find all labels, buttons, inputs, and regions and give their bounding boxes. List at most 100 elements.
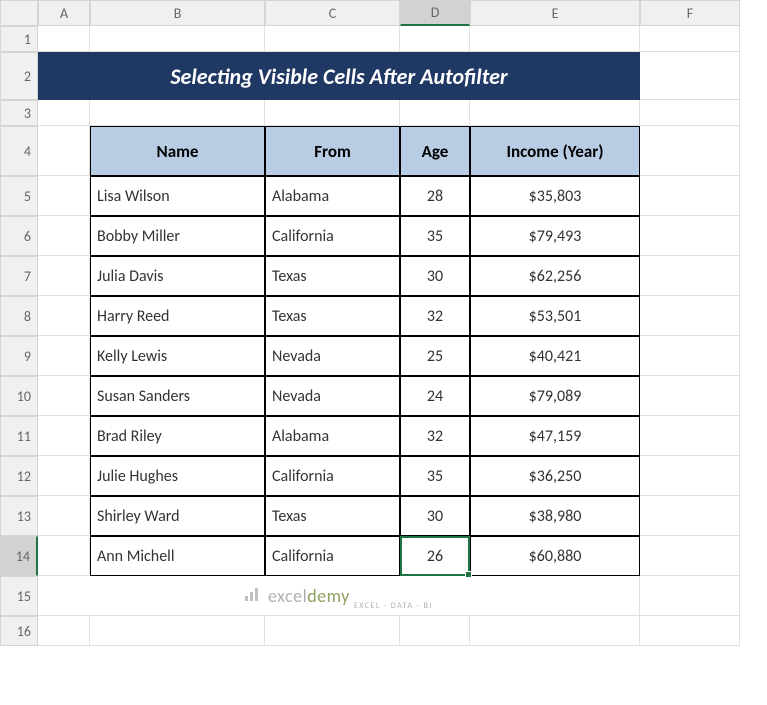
cell-d3[interactable] (400, 100, 470, 126)
header-name[interactable]: Name (90, 126, 265, 176)
table-cell-income[interactable]: $36,250 (470, 456, 640, 496)
cell-a5[interactable] (38, 176, 90, 216)
table-cell-age[interactable]: 30 (400, 496, 470, 536)
col-header-f[interactable]: F (640, 0, 740, 26)
table-cell-age[interactable]: 30 (400, 256, 470, 296)
row-header-4[interactable]: 4 (0, 126, 38, 176)
cell-a10[interactable] (38, 376, 90, 416)
table-cell-from[interactable]: California (265, 216, 400, 256)
table-cell-income[interactable]: $60,880 (470, 536, 640, 576)
cell-b16[interactable] (90, 616, 265, 646)
table-cell-name[interactable]: Lisa Wilson (90, 176, 265, 216)
cell-a6[interactable] (38, 216, 90, 256)
select-all-corner[interactable] (0, 0, 38, 26)
cell-b3[interactable] (90, 100, 265, 126)
row-header-7[interactable]: 7 (0, 256, 38, 296)
table-cell-age[interactable]: 24 (400, 376, 470, 416)
row-header-14[interactable]: 14 (0, 536, 38, 576)
title-cell[interactable]: Selecting Visible Cells After Autofilter (38, 52, 640, 100)
cell-a14[interactable] (38, 536, 90, 576)
row-header-6[interactable]: 6 (0, 216, 38, 256)
table-cell-age[interactable]: 28 (400, 176, 470, 216)
row-header-15[interactable]: 15 (0, 576, 38, 616)
cell-e16[interactable] (470, 616, 640, 646)
cell-f11[interactable] (640, 416, 740, 456)
cell-f6[interactable] (640, 216, 740, 256)
row-header-1[interactable]: 1 (0, 26, 38, 52)
row-header-3[interactable]: 3 (0, 100, 38, 126)
cell-f14[interactable] (640, 536, 740, 576)
table-cell-name[interactable]: Bobby Miller (90, 216, 265, 256)
table-cell-from[interactable]: California (265, 536, 400, 576)
cell-a7[interactable] (38, 256, 90, 296)
cell-a8[interactable] (38, 296, 90, 336)
table-cell-age[interactable]: 32 (400, 416, 470, 456)
cell-f8[interactable] (640, 296, 740, 336)
row-header-5[interactable]: 5 (0, 176, 38, 216)
cell-f16[interactable] (640, 616, 740, 646)
cell-f7[interactable] (640, 256, 740, 296)
cell-a13[interactable] (38, 496, 90, 536)
col-header-b[interactable]: B (90, 0, 265, 26)
table-cell-name[interactable]: Harry Reed (90, 296, 265, 336)
table-cell-from[interactable]: Alabama (265, 416, 400, 456)
table-cell-income[interactable]: $47,159 (470, 416, 640, 456)
cell-f1[interactable] (640, 26, 740, 52)
table-cell-name[interactable]: Shirley Ward (90, 496, 265, 536)
cell-a12[interactable] (38, 456, 90, 496)
table-cell-name[interactable]: Kelly Lewis (90, 336, 265, 376)
cell-a1[interactable] (38, 26, 90, 52)
fill-handle[interactable] (465, 571, 472, 578)
table-cell-age[interactable]: 35 (400, 456, 470, 496)
cell-f15[interactable] (640, 576, 740, 616)
row-header-11[interactable]: 11 (0, 416, 38, 456)
table-cell-income[interactable]: $62,256 (470, 256, 640, 296)
col-header-e[interactable]: E (470, 0, 640, 26)
cell-f12[interactable] (640, 456, 740, 496)
table-cell-from[interactable]: Nevada (265, 336, 400, 376)
col-header-a[interactable]: A (38, 0, 90, 26)
table-cell-from[interactable]: Nevada (265, 376, 400, 416)
cell-a11[interactable] (38, 416, 90, 456)
cell-e3[interactable] (470, 100, 640, 126)
cell-a3[interactable] (38, 100, 90, 126)
table-cell-age[interactable]: 32 (400, 296, 470, 336)
table-cell-income[interactable]: $38,980 (470, 496, 640, 536)
table-cell-name[interactable]: Ann Michell (90, 536, 265, 576)
table-cell-from[interactable]: Texas (265, 296, 400, 336)
cell-f10[interactable] (640, 376, 740, 416)
row-header-12[interactable]: 12 (0, 456, 38, 496)
cell-e1[interactable] (470, 26, 640, 52)
table-cell-income[interactable]: $79,089 (470, 376, 640, 416)
cell-f13[interactable] (640, 496, 740, 536)
table-cell-age[interactable]: 25 (400, 336, 470, 376)
cell-b1[interactable] (90, 26, 265, 52)
row-header-13[interactable]: 13 (0, 496, 38, 536)
header-income[interactable]: Income (Year) (470, 126, 640, 176)
col-header-d[interactable]: D (400, 0, 470, 26)
table-cell-income[interactable]: $79,493 (470, 216, 640, 256)
col-header-c[interactable]: C (265, 0, 400, 26)
row-header-9[interactable]: 9 (0, 336, 38, 376)
row-header-10[interactable]: 10 (0, 376, 38, 416)
row-header-8[interactable]: 8 (0, 296, 38, 336)
cell-d1[interactable] (400, 26, 470, 52)
active-cell[interactable]: 26 (400, 536, 470, 576)
table-cell-from[interactable]: Texas (265, 256, 400, 296)
cell-f3[interactable] (640, 100, 740, 126)
row-header-16[interactable]: 16 (0, 616, 38, 646)
table-cell-name[interactable]: Brad Riley (90, 416, 265, 456)
cell-d16[interactable] (400, 616, 470, 646)
table-cell-name[interactable]: Julia Davis (90, 256, 265, 296)
cell-a4[interactable] (38, 126, 90, 176)
table-cell-income[interactable]: $53,501 (470, 296, 640, 336)
cell-f9[interactable] (640, 336, 740, 376)
cell-c1[interactable] (265, 26, 400, 52)
row-header-2[interactable]: 2 (0, 52, 38, 100)
table-cell-income[interactable]: $35,803 (470, 176, 640, 216)
header-from[interactable]: From (265, 126, 400, 176)
cell-a9[interactable] (38, 336, 90, 376)
header-age[interactable]: Age (400, 126, 470, 176)
cell-a16[interactable] (38, 616, 90, 646)
table-cell-name[interactable]: Julie Hughes (90, 456, 265, 496)
